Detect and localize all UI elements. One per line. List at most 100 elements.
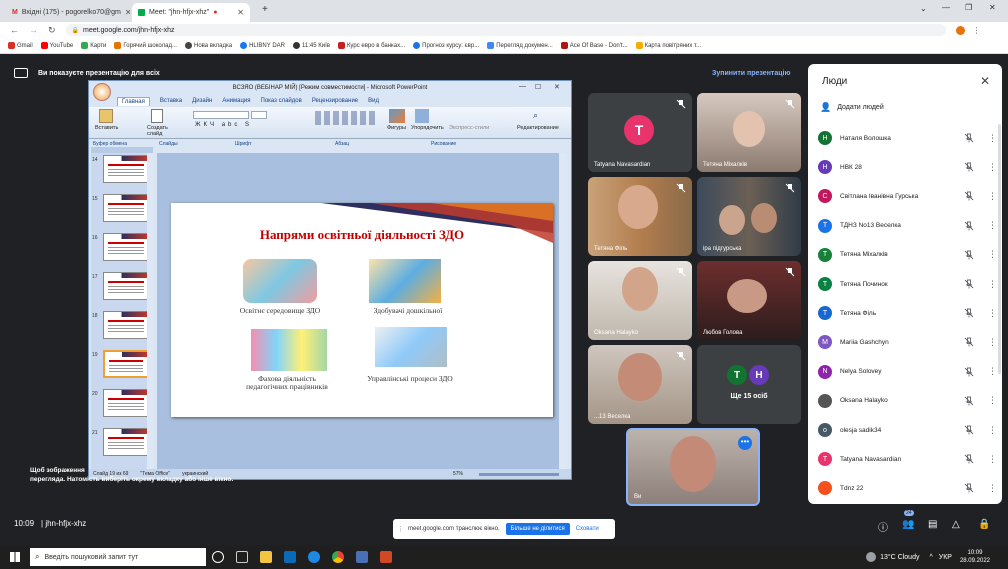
zoom-slider[interactable]	[479, 472, 559, 476]
bookmark-maps[interactable]: Карти	[81, 42, 106, 49]
slide-thumbnail[interactable]	[103, 233, 149, 261]
tile-ira-pidhurska[interactable]: іра підгурська	[697, 177, 801, 256]
slide-thumbnail[interactable]	[103, 155, 149, 183]
more-options-icon[interactable]: ⋮	[988, 454, 997, 465]
mic-off-icon[interactable]	[964, 367, 974, 377]
mic-off-icon[interactable]	[964, 250, 974, 260]
weather-text[interactable]: 13°C Cloudy	[880, 554, 919, 561]
mic-off-icon[interactable]	[964, 308, 974, 318]
more-options-icon[interactable]: ⋮	[988, 162, 997, 173]
more-options-icon[interactable]: ⋮	[988, 483, 997, 494]
more-options-icon[interactable]: ⋮	[988, 133, 997, 144]
language-indicator[interactable]: УКР	[939, 554, 952, 561]
tab-gmail[interactable]: M Вхідні (175) - pogorelko70@gm ✕	[6, 3, 130, 22]
participant-row[interactable]: Т Тетяна Філь ⋮	[818, 302, 997, 324]
drag-handle-icon[interactable]: ⋮	[397, 525, 404, 533]
info-icon[interactable]: ⓘ	[878, 519, 888, 534]
mic-off-icon[interactable]	[964, 396, 974, 406]
mic-off-icon[interactable]	[964, 221, 974, 231]
cortana-icon[interactable]	[212, 551, 224, 563]
shapes-button[interactable]: Фигуры	[387, 125, 406, 131]
participant-row[interactable]: Tdnz 22 ⋮	[818, 477, 997, 499]
zoom-level[interactable]: 57%	[453, 471, 463, 477]
font-format-icons[interactable]: ЖКЧ abc S	[195, 122, 252, 128]
tile-tetiana-fil[interactable]: Тетяна Філь	[588, 177, 692, 256]
bookmark-ace-of-base[interactable]: Ace Of Base - Don't...	[560, 42, 628, 49]
ppt-maximize-button[interactable]: ☐	[535, 83, 541, 91]
bookmark-new-tab[interactable]: Нова вкладка	[184, 42, 232, 49]
close-icon[interactable]: ✕	[237, 8, 244, 17]
font-size-select[interactable]	[251, 111, 267, 119]
participant-row[interactable]: Т Тетяна Починок ⋮	[818, 273, 997, 295]
participant-row[interactable]: N Nelya Solovey ⋮	[818, 361, 997, 383]
hide-notice-button[interactable]: Сховати	[576, 526, 599, 532]
more-options-icon[interactable]: ⋮	[988, 425, 997, 436]
app-icon[interactable]	[356, 551, 368, 563]
bookmark-chocolate[interactable]: Горячий шоколад...	[114, 42, 177, 49]
more-options-icon[interactable]: ⋮	[988, 220, 997, 231]
taskbar-clock[interactable]: 10:09 28.09.2022	[960, 549, 990, 565]
paragraph-icons[interactable]	[315, 111, 375, 125]
ribbon-tab-review[interactable]: Рецензирование	[312, 98, 358, 104]
thumbnail-scrollbar[interactable]	[147, 153, 153, 471]
participant-row[interactable]: Н НВК 28 ⋮	[818, 156, 997, 178]
mic-off-icon[interactable]	[964, 162, 974, 172]
back-icon[interactable]: ←	[10, 25, 19, 35]
people-scrollbar[interactable]	[998, 124, 1001, 374]
slide-thumbnail[interactable]	[103, 272, 149, 300]
file-explorer-icon[interactable]	[260, 551, 272, 563]
store-icon[interactable]	[284, 551, 296, 563]
mic-off-icon[interactable]	[964, 191, 974, 201]
slide-thumbnail[interactable]	[103, 428, 149, 456]
tile-self-view[interactable]: Ви •••	[626, 428, 760, 506]
bookmark-gmail[interactable]: Gmail	[8, 42, 33, 49]
paste-button[interactable]: Вставить	[95, 125, 118, 131]
participant-row[interactable]: Oksana Halayko ⋮	[818, 390, 997, 412]
new-slide-icon[interactable]	[151, 109, 163, 123]
edge-icon[interactable]	[308, 551, 320, 563]
slide-vertical-scrollbar[interactable]	[559, 153, 567, 471]
editing-button[interactable]: Редактирование	[517, 125, 559, 131]
mic-off-icon[interactable]	[964, 483, 974, 493]
close-icon[interactable]: ✕	[125, 8, 130, 17]
tile-more-participants[interactable]: T H Ще 15 осіб	[697, 345, 801, 424]
tile-veselka[interactable]: ...13 Веселка	[588, 345, 692, 424]
more-options-icon[interactable]: ⋮	[988, 337, 997, 348]
bookmark-clock[interactable]: 11:45 Київ	[293, 42, 330, 49]
more-options-icon[interactable]: ⋮	[988, 279, 997, 290]
new-tab-button[interactable]: +	[262, 4, 268, 15]
people-icon[interactable]: 👥	[902, 519, 914, 530]
host-controls-icon[interactable]: 🔒	[978, 519, 990, 530]
tile-liubov-holova[interactable]: Любов Голова	[697, 261, 801, 340]
tile-oksana-halayko[interactable]: Oksana Halayko	[588, 261, 692, 340]
participant-row[interactable]: Т Тетяна Міхалків ⋮	[818, 244, 997, 266]
mic-off-icon[interactable]	[964, 337, 974, 347]
windows-start-icon[interactable]	[10, 552, 20, 562]
bookmark-euro-rate[interactable]: Курс евро в банках...	[337, 42, 405, 49]
mic-off-icon[interactable]	[964, 425, 974, 435]
participant-row[interactable]: Н Наталя Волошка ⋮	[818, 127, 997, 149]
tab-meet[interactable]: Meet: "jhn-hfjx-xhz" ● ✕	[132, 3, 250, 22]
slide-thumbnail[interactable]	[103, 389, 149, 417]
menu-kebab-icon[interactable]: ⋮	[973, 26, 981, 35]
ribbon-tab-slideshow[interactable]: Показ слайдов	[261, 98, 302, 104]
arrange-icon[interactable]	[415, 109, 429, 123]
tray-chevron-icon[interactable]: ^	[929, 554, 932, 561]
slide-thumbnail[interactable]	[103, 311, 149, 339]
taskbar-search-input[interactable]: ⌕ Введіть пошуковий запит тут	[30, 548, 206, 566]
close-panel-button[interactable]: ✕	[980, 74, 990, 88]
ppt-close-button[interactable]: ✕	[554, 83, 560, 91]
tile-tatyana-navasardian[interactable]: T Tatyana Navasardian	[588, 93, 692, 172]
bookmark-air-map[interactable]: Карта повітряних т...	[635, 42, 701, 49]
close-window-button[interactable]: ✕	[989, 3, 996, 12]
participant-row[interactable]: С Світлана Іванівна Гурська ⋮	[818, 185, 997, 207]
participant-row[interactable]: Т ТДНЗ No13 Веселка ⋮	[818, 215, 997, 237]
maximize-button[interactable]: ❐	[965, 3, 972, 12]
reload-icon[interactable]: ↻	[48, 25, 56, 36]
more-options-icon[interactable]: ⋮	[988, 191, 997, 202]
chat-icon[interactable]: ▤	[928, 519, 937, 530]
participant-row[interactable]: M Mariia Gashchyn ⋮	[818, 331, 997, 353]
new-slide-button[interactable]: Создать слайд	[147, 125, 179, 137]
binoculars-icon[interactable]: ⌕	[533, 110, 538, 121]
shapes-icon[interactable]	[389, 109, 405, 123]
